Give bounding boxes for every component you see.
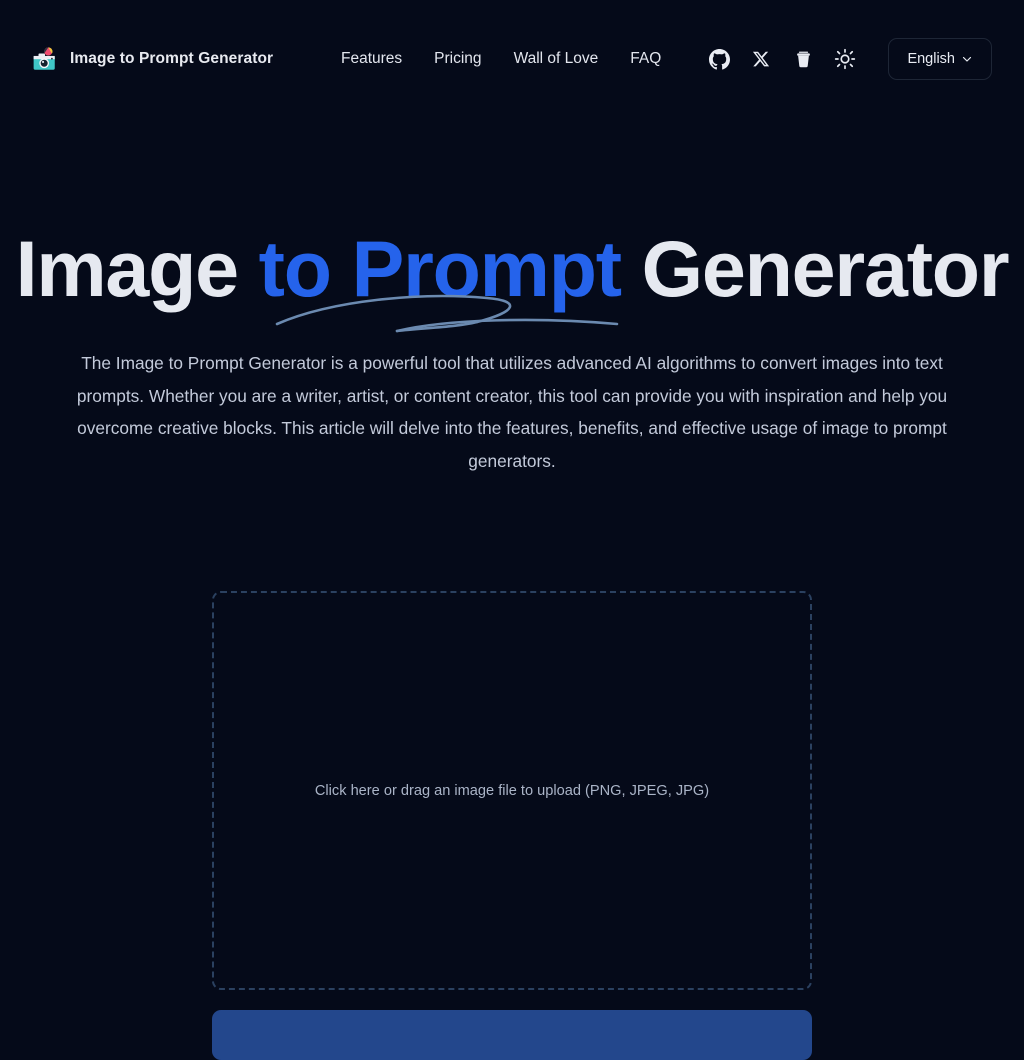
brand[interactable]: Image to Prompt Generator bbox=[32, 46, 273, 72]
x-twitter-icon bbox=[753, 51, 770, 67]
site-header: Image to Prompt Generator Features Prici… bbox=[0, 0, 1024, 118]
page-title: Image to Prompt Generator bbox=[0, 224, 1024, 333]
header-actions: English bbox=[698, 0, 992, 118]
coffee-cup-icon bbox=[797, 51, 810, 67]
hero-section: Image to Prompt Generator The Image to P… bbox=[0, 226, 1024, 477]
dropzone-instruction-text: Click here or drag an image file to uplo… bbox=[314, 782, 710, 799]
theme-toggle-button[interactable] bbox=[824, 38, 866, 80]
github-icon bbox=[708, 48, 730, 69]
x-twitter-link-button[interactable] bbox=[740, 38, 782, 80]
nav-item-features[interactable]: Features bbox=[341, 50, 402, 68]
nav-item-faq[interactable]: FAQ bbox=[630, 50, 661, 68]
hero-title-part1: Image bbox=[15, 224, 259, 313]
buy-me-a-coffee-button[interactable] bbox=[782, 38, 824, 80]
image-upload-dropzone[interactable]: Click here or drag an image file to uplo… bbox=[212, 591, 812, 990]
brand-title: Image to Prompt Generator bbox=[70, 50, 274, 67]
camera-icon bbox=[33, 47, 55, 70]
github-link-button[interactable] bbox=[698, 38, 740, 80]
chevron-down-icon bbox=[962, 56, 972, 62]
language-selector-label: English bbox=[907, 51, 955, 67]
generate-prompt-button[interactable] bbox=[212, 1010, 812, 1060]
hero-title-part2: Generator bbox=[620, 224, 1010, 313]
hero-description: The Image to Prompt Generator is a power… bbox=[76, 353, 948, 471]
language-selector-button[interactable]: English bbox=[888, 38, 992, 80]
main-nav: Features Pricing Wall of Love FAQ bbox=[341, 0, 661, 118]
nav-item-wall-of-love[interactable]: Wall of Love bbox=[514, 50, 599, 68]
hero-title-accent: to Prompt bbox=[258, 224, 622, 313]
sun-icon bbox=[835, 48, 856, 70]
nav-item-pricing[interactable]: Pricing bbox=[434, 50, 481, 68]
